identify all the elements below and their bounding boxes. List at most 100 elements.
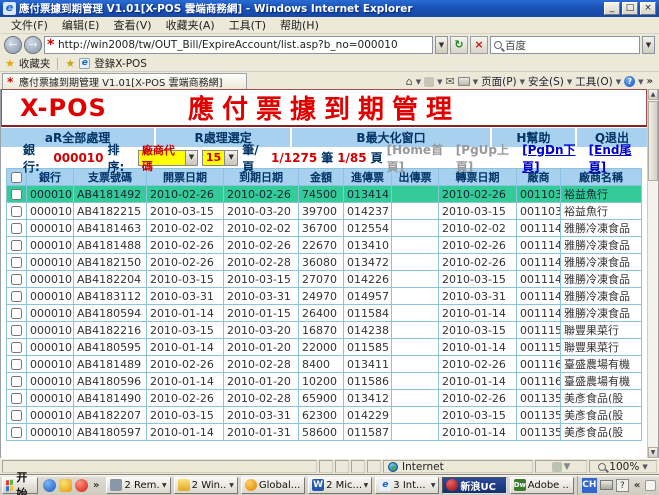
table-row[interactable]: 000010AB41814922010-02-262010-02-2674500… [7,186,642,203]
row-checkbox-cell[interactable] [7,305,27,322]
table-row[interactable]: 000010AB41814632010-02-022010-02-0236700… [7,220,642,237]
zoom-control[interactable]: 100% ▼ [589,460,657,473]
table-row[interactable]: 000010AB41805952010-01-142010-01-2022000… [7,339,642,356]
scrollbar-thumb[interactable] [648,101,658,181]
favorite-link-xpos[interactable]: 登錄X-POS [94,56,147,71]
maximize-button[interactable]: □ [622,2,638,15]
quicklaunch-chevron[interactable]: » [91,480,101,491]
row-checkbox-cell[interactable] [7,407,27,424]
row-checkbox[interactable] [11,325,22,336]
row-checkbox-cell[interactable] [7,271,27,288]
table-row[interactable]: 000010AB41822072010-03-152010-03-3162300… [7,407,642,424]
taskbar-button-3[interactable]: W2 Mic...▼ [308,477,372,494]
row-checkbox[interactable] [11,308,22,319]
language-indicator[interactable]: CH [582,478,597,493]
table-row[interactable]: 000010AB41814892010-02-262010-02-2884000… [7,356,642,373]
overflow-chevron[interactable]: » [647,76,653,87]
sort-select[interactable]: 廠商代碼▼ [138,150,198,166]
taskbar-button-2[interactable]: Global... [241,477,305,494]
help-icon[interactable]: ? [624,76,635,87]
table-row[interactable]: 000010AB41822152010-03-152010-03-2039700… [7,203,642,220]
print-icon[interactable] [458,77,470,86]
tools-menu-button[interactable]: 工具(O) [575,74,612,89]
safety-menu-dropdown[interactable]: ▼ [567,78,572,86]
row-checkbox-cell[interactable] [7,322,27,339]
row-checkbox-cell[interactable] [7,220,27,237]
favorites-star-icon[interactable]: ★ [5,57,15,70]
search-dropdown-button[interactable]: ▼ [642,36,655,54]
taskbar-button-6[interactable]: DwAdobe ... [510,477,574,494]
protected-mode-button[interactable]: ▼ [535,460,587,473]
row-checkbox[interactable] [11,342,22,353]
select-all-checkbox[interactable] [11,172,22,183]
row-checkbox-cell[interactable] [7,356,27,373]
row-checkbox-cell[interactable] [7,339,27,356]
menu-item-0[interactable]: 文件(F) [4,16,55,34]
add-favorite-icon[interactable]: ★ [65,57,75,70]
page-size-select[interactable]: 15▼ [202,150,238,166]
print-dropdown[interactable]: ▼ [473,78,478,86]
table-row[interactable]: 000010AB41821502010-02-262010-02-2836080… [7,254,642,271]
menu-item-1[interactable]: 编辑(E) [55,16,107,34]
row-checkbox-cell[interactable] [7,254,27,271]
table-row[interactable]: 000010AB41805972010-01-142010-01-3158600… [7,424,642,441]
row-checkbox-cell[interactable] [7,373,27,390]
scroll-down-icon[interactable]: ▼ [648,447,658,458]
row-checkbox[interactable] [11,427,22,438]
forward-button[interactable]: → [24,36,42,54]
quicklaunch-icon-2[interactable] [59,479,72,492]
row-checkbox-cell[interactable] [7,390,27,407]
row-checkbox-cell[interactable] [7,237,27,254]
address-dropdown-button[interactable]: ▼ [435,36,448,54]
table-row[interactable]: 000010AB41814882010-02-262010-02-2622670… [7,237,642,254]
taskbar-button-dropdown-icon[interactable]: ▼ [229,482,234,489]
row-checkbox[interactable] [11,274,22,285]
table-row[interactable]: 000010AB41831122010-03-312010-03-3124970… [7,288,642,305]
menu-item-2[interactable]: 查看(V) [106,16,158,34]
row-checkbox[interactable] [11,393,22,404]
table-row[interactable]: 000010AB41822042010-03-152010-03-1527070… [7,271,642,288]
row-checkbox[interactable] [11,189,22,200]
row-checkbox[interactable] [11,291,22,302]
menu-item-3[interactable]: 收藏夹(A) [159,16,222,34]
taskbar-button-0[interactable]: 2 Rem...▼ [106,477,170,494]
home-icon[interactable]: ⌂ [406,75,413,88]
back-button[interactable]: ← [4,36,22,54]
tray-chevron[interactable]: « [632,480,642,491]
taskbar-button-4[interactable]: e3 Int...▼ [375,477,439,494]
close-button[interactable]: × [640,2,656,15]
table-row[interactable]: 000010AB41822162010-03-152010-03-2016870… [7,322,642,339]
search-input[interactable]: 百度 [490,36,640,54]
scroll-up-icon[interactable]: ▲ [648,89,658,100]
table-row[interactable]: 000010AB41805942010-01-142010-01-1526400… [7,305,642,322]
quicklaunch-icon-1[interactable] [43,479,56,492]
page-menu-button[interactable]: 页面(P) [481,74,517,89]
vertical-scrollbar[interactable]: ▲ ▼ [647,89,658,458]
row-checkbox[interactable] [11,376,22,387]
help-dropdown[interactable]: ▼ [638,78,643,86]
row-checkbox-cell[interactable] [7,288,27,305]
address-input[interactable]: * http://win2008/tw/OUT_Bill/ExpireAccou… [44,36,433,54]
table-row[interactable]: 000010AB41814902010-02-262010-02-2865900… [7,390,642,407]
row-checkbox[interactable] [11,257,22,268]
taskbar-button-5[interactable]: 新浪UC [442,477,506,494]
taskbar-button-1[interactable]: 2 Win...▼ [174,477,238,494]
table-row[interactable]: 000010AB41805962010-01-142010-01-2010200… [7,373,642,390]
row-checkbox[interactable] [11,359,22,370]
row-checkbox-cell[interactable] [7,186,27,203]
menu-item-5[interactable]: 帮助(H) [273,16,326,34]
refresh-button[interactable]: ↻ [450,36,468,54]
tab-expire-account[interactable]: * 應付票據到期管理 V1.01[X-POS 雲端商務網] [2,73,247,89]
start-button[interactable]: 开始 [2,477,38,494]
tray-printer-icon[interactable] [600,480,613,490]
row-checkbox[interactable] [11,410,22,421]
taskbar-button-dropdown-icon[interactable]: ▼ [364,482,369,489]
home-dropdown[interactable]: ▼ [416,78,421,86]
read-mail-icon[interactable]: ✉ [446,75,455,88]
tray-page-icon[interactable] [645,480,656,491]
page-menu-dropdown[interactable]: ▼ [520,78,525,86]
stop-button[interactable]: × [470,36,488,54]
taskbar-button-dropdown-icon[interactable]: ▼ [162,482,167,489]
feeds-icon[interactable] [424,77,434,87]
row-checkbox-cell[interactable] [7,203,27,220]
